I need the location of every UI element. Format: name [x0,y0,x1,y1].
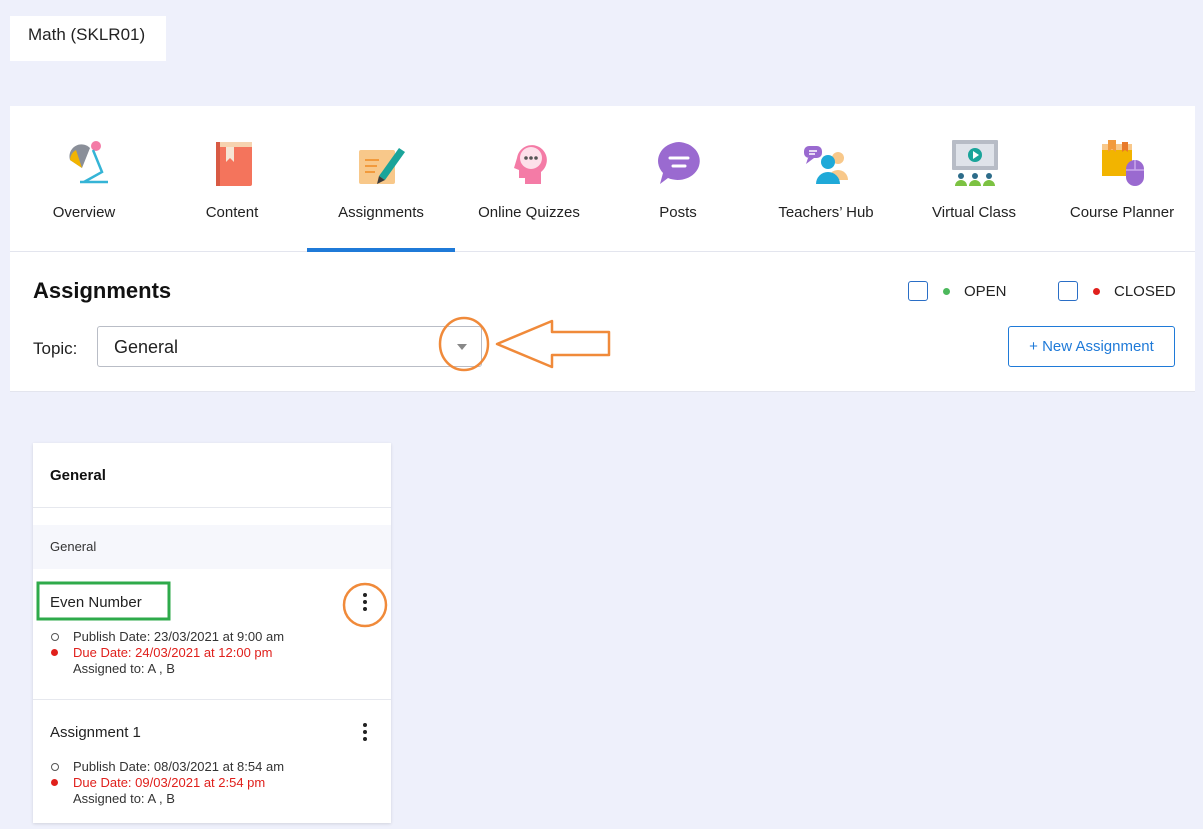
due-dot-icon [51,649,58,656]
course-tab-bar: Overview Content Assignments Online Quiz… [10,106,1195,252]
assignment-item[interactable]: Assignment 1 Publish Date: 08/03/2021 at… [33,699,391,829]
tab-posts[interactable]: Posts [604,106,752,251]
tab-label: Content [205,204,259,221]
topic-section-header: General [33,525,391,569]
topic-card: General General Even Number Publish Date… [33,443,391,823]
open-label: OPEN [964,283,1007,300]
due-date: Due Date: 24/03/2021 at 12:00 pm [73,645,273,660]
video-class-icon [952,140,998,186]
desk-lamp-icon [69,141,108,184]
tab-content[interactable]: Content [158,106,306,251]
tab-course-planner[interactable]: Course Planner [1048,106,1196,251]
new-assignment-button[interactable]: + New Assignment [1008,326,1175,367]
closed-status-dot [1093,288,1100,295]
publish-date: Publish Date: 08/03/2021 at 8:54 am [73,759,285,774]
chevron-down-icon[interactable] [457,344,467,350]
clock-icon [51,763,59,771]
assignment-name[interactable]: Even Number [50,594,142,611]
publish-date: Publish Date: 23/03/2021 at 9:00 am [73,629,285,644]
assignment-item[interactable]: Even Number Publish Date: 23/03/2021 at … [33,569,391,700]
teachers-chat-icon [804,146,848,184]
more-options-icon[interactable] [357,592,373,614]
due-dot-icon [51,779,58,786]
tab-label: Course Planner [1069,204,1175,221]
tab-virtual-class[interactable]: Virtual Class [900,106,1048,251]
tab-label: Teachers’ Hub [778,204,874,221]
closed-label: CLOSED [1114,283,1176,300]
due-date: Due Date: 09/03/2021 at 2:54 pm [73,775,266,790]
assigned-to: Assigned to: A , B [73,661,175,676]
tab-overview[interactable]: Overview [10,106,158,251]
topic-selected-value: General [114,337,179,357]
tab-online-quizzes[interactable]: Online Quizzes [455,106,603,251]
topic-select[interactable]: General [97,326,482,367]
closed-checkbox[interactable] [1058,281,1078,301]
assignment-pen-icon [359,148,405,184]
assignment-name[interactable]: Assignment 1 [50,724,141,741]
assignment-meta: Publish Date: 08/03/2021 at 8:54 am Due … [51,759,285,807]
tab-label: Virtual Class [932,204,1016,221]
course-title: Math (SKLR01) [10,16,166,61]
topic-label: Topic: [33,339,78,358]
assigned-to: Assigned to: A , B [73,791,175,806]
assignment-meta: Publish Date: 23/03/2021 at 9:00 am Due … [51,629,285,677]
topic-section-title: General [50,539,97,554]
page-title: Assignments [33,278,172,303]
clock-icon [51,633,59,641]
tab-label: Posts [659,204,697,221]
topic-card-header: General [33,443,391,508]
head-chat-icon [514,145,547,184]
tab-label: Online Quizzes [478,204,580,221]
speech-bubble-icon [658,142,700,184]
topic-card-title: General [50,467,106,484]
planner-mouse-icon [1102,140,1144,186]
tab-assignments[interactable]: Assignments [307,106,455,252]
tab-label: Overview [52,204,116,221]
assignments-panel: Assignments OPEN CLOSED Topic: General +… [10,252,1195,392]
open-status-dot [943,288,950,295]
tab-teachers-hub[interactable]: Teachers’ Hub [752,106,900,251]
more-options-icon[interactable] [357,722,373,744]
open-checkbox[interactable] [908,281,928,301]
book-icon [216,142,252,186]
tab-label: Assignments [338,204,424,221]
